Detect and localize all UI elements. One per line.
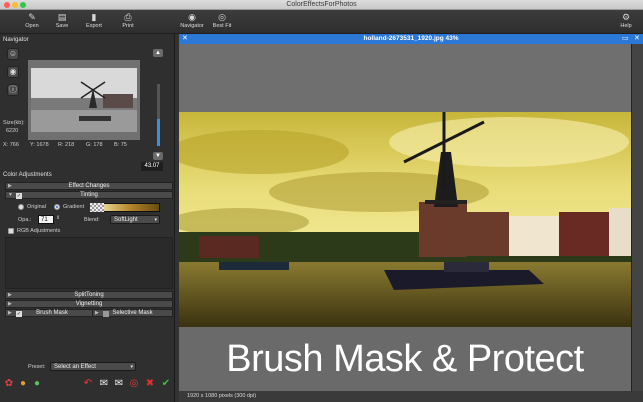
zoom-slider[interactable]: [157, 84, 160, 146]
help-icon: ⚙: [621, 12, 631, 22]
save-icon: ▤: [57, 12, 67, 22]
image-close-right-icon[interactable]: ✕: [634, 34, 640, 44]
preset-dropdown[interactable]: Select an Effect ▾: [50, 362, 136, 371]
export-icon: ▮: [91, 12, 97, 22]
image-restore-icon[interactable]: ▭: [622, 34, 629, 44]
left-panel: Navigator ☺ ◉ ⓘ ▲ ▼ 43.07 Size(kb): 6220…: [0, 34, 175, 402]
rgb-adjustments-checkbox[interactable]: [8, 228, 14, 234]
vertical-scrollbar[interactable]: [631, 44, 643, 391]
opacity-label: Opa.:: [18, 217, 32, 223]
navigator-preview[interactable]: [28, 60, 140, 140]
target-icon[interactable]: ◎: [128, 378, 140, 390]
undo-icon[interactable]: ↶: [82, 378, 94, 390]
mail-out-icon[interactable]: ✉: [113, 378, 125, 390]
effect-changes-row[interactable]: ▶ Effect Changes: [5, 182, 173, 190]
size-label: Size(kb):: [3, 120, 25, 126]
view-tool-icon[interactable]: ◉: [7, 66, 19, 78]
app-title: ColorEffectsForPhotos: [286, 1, 357, 8]
original-label: Original: [27, 204, 46, 210]
eye-icon: ◉: [188, 12, 196, 22]
split-toning-row[interactable]: ▶ SplitToning: [5, 291, 173, 299]
color-g: G: 178: [86, 142, 103, 148]
coord-x: X: 766: [3, 142, 19, 148]
zoom-out-button[interactable]: ▼: [153, 152, 163, 160]
apply-icon[interactable]: ✔: [160, 378, 172, 390]
gradient-transparency-swatch: [90, 203, 104, 212]
zoom-in-button[interactable]: ▲: [153, 49, 163, 57]
open-icon: ✎: [28, 12, 36, 22]
navigator-thumbnail: [31, 68, 137, 132]
original-radio[interactable]: [18, 204, 24, 210]
hand-tool-icon[interactable]: ☺: [7, 48, 19, 60]
print-icon: ⎙: [124, 12, 132, 22]
rgb-adjustments-label: RGB Adjustments: [17, 228, 61, 234]
green-balls-icon[interactable]: ●: [31, 378, 43, 390]
size-value: 6220: [6, 128, 19, 134]
close-window-button[interactable]: [4, 2, 10, 8]
color-adjustments-title: Color Adjustments: [3, 172, 52, 178]
zoom-slider-fill: [157, 119, 160, 146]
gradient-label: Gradient: [63, 204, 85, 210]
blend-dropdown[interactable]: SoftLight ▾: [110, 215, 160, 224]
navigator-title: Navigator: [3, 37, 29, 43]
cancel-icon[interactable]: ✖: [144, 378, 156, 390]
image-close-icon[interactable]: ✕: [182, 34, 188, 44]
effect-gallery-icon[interactable]: ✿: [3, 378, 15, 390]
opacity-stepper[interactable]: ⇕: [56, 215, 60, 221]
toolbar: ✎ Open ▤ Save ▮ Export ⎙ Print ◉ Navigat…: [0, 10, 643, 34]
open-button[interactable]: ✎ Open: [18, 12, 46, 32]
info-tool-icon[interactable]: ⓘ: [7, 84, 19, 96]
chevron-down-icon: ▾: [130, 364, 133, 370]
gradient-radio[interactable]: [54, 204, 60, 210]
print-button[interactable]: ⎙ Print: [114, 12, 142, 32]
mail-icon[interactable]: ✉: [98, 378, 110, 390]
color-balls-icon[interactable]: ●: [17, 378, 29, 390]
blend-label: Blend:: [84, 217, 100, 223]
preset-label: Preset:: [28, 364, 46, 370]
coord-y: Y: 1678: [30, 142, 49, 148]
color-b: B: 75: [114, 142, 127, 148]
image-window-title: holland-2673531_1920.jpg 43%: [179, 34, 643, 44]
caption-text: Brush Mask & Protect: [179, 327, 631, 391]
rgb-adjustments-panel: [5, 237, 173, 289]
zoom-value[interactable]: 43.07: [141, 162, 163, 171]
navigator-button[interactable]: ◉ Navigator: [178, 12, 206, 32]
selective-mask-row[interactable]: ▶ Selective Mask: [92, 309, 173, 317]
photo-canvas[interactable]: [179, 112, 631, 327]
vignetting-row[interactable]: ▶ Vignetting: [5, 300, 173, 308]
best-fit-button[interactable]: ◎ Best Fit: [208, 12, 236, 32]
chevron-down-icon: ▾: [154, 217, 157, 223]
title-bar: ColorEffectsForPhotos: [0, 0, 643, 10]
export-button[interactable]: ▮ Export: [80, 12, 108, 32]
help-button[interactable]: ⚙ Help: [612, 12, 640, 32]
image-window: holland-2673531_1920.jpg 43% ✕ ▭ ✕ Brush…: [179, 34, 643, 402]
image-status-bar: 1920 x 1080 pixels (300 dpi): [179, 391, 643, 402]
color-r: R: 218: [58, 142, 75, 148]
app-window: ColorEffectsForPhotos ✎ Open ▤ Save ▮ Ex…: [0, 0, 643, 402]
opacity-field[interactable]: 71: [38, 215, 54, 224]
best-fit-icon: ◎: [218, 12, 226, 22]
save-button[interactable]: ▤ Save: [48, 12, 76, 32]
brush-mask-row[interactable]: ▶ ✓ Brush Mask: [5, 309, 99, 317]
tinting-row[interactable]: ▼ ✓ Tinting: [5, 191, 173, 199]
minimize-window-button[interactable]: [12, 2, 18, 8]
zoom-window-button[interactable]: [20, 2, 26, 8]
